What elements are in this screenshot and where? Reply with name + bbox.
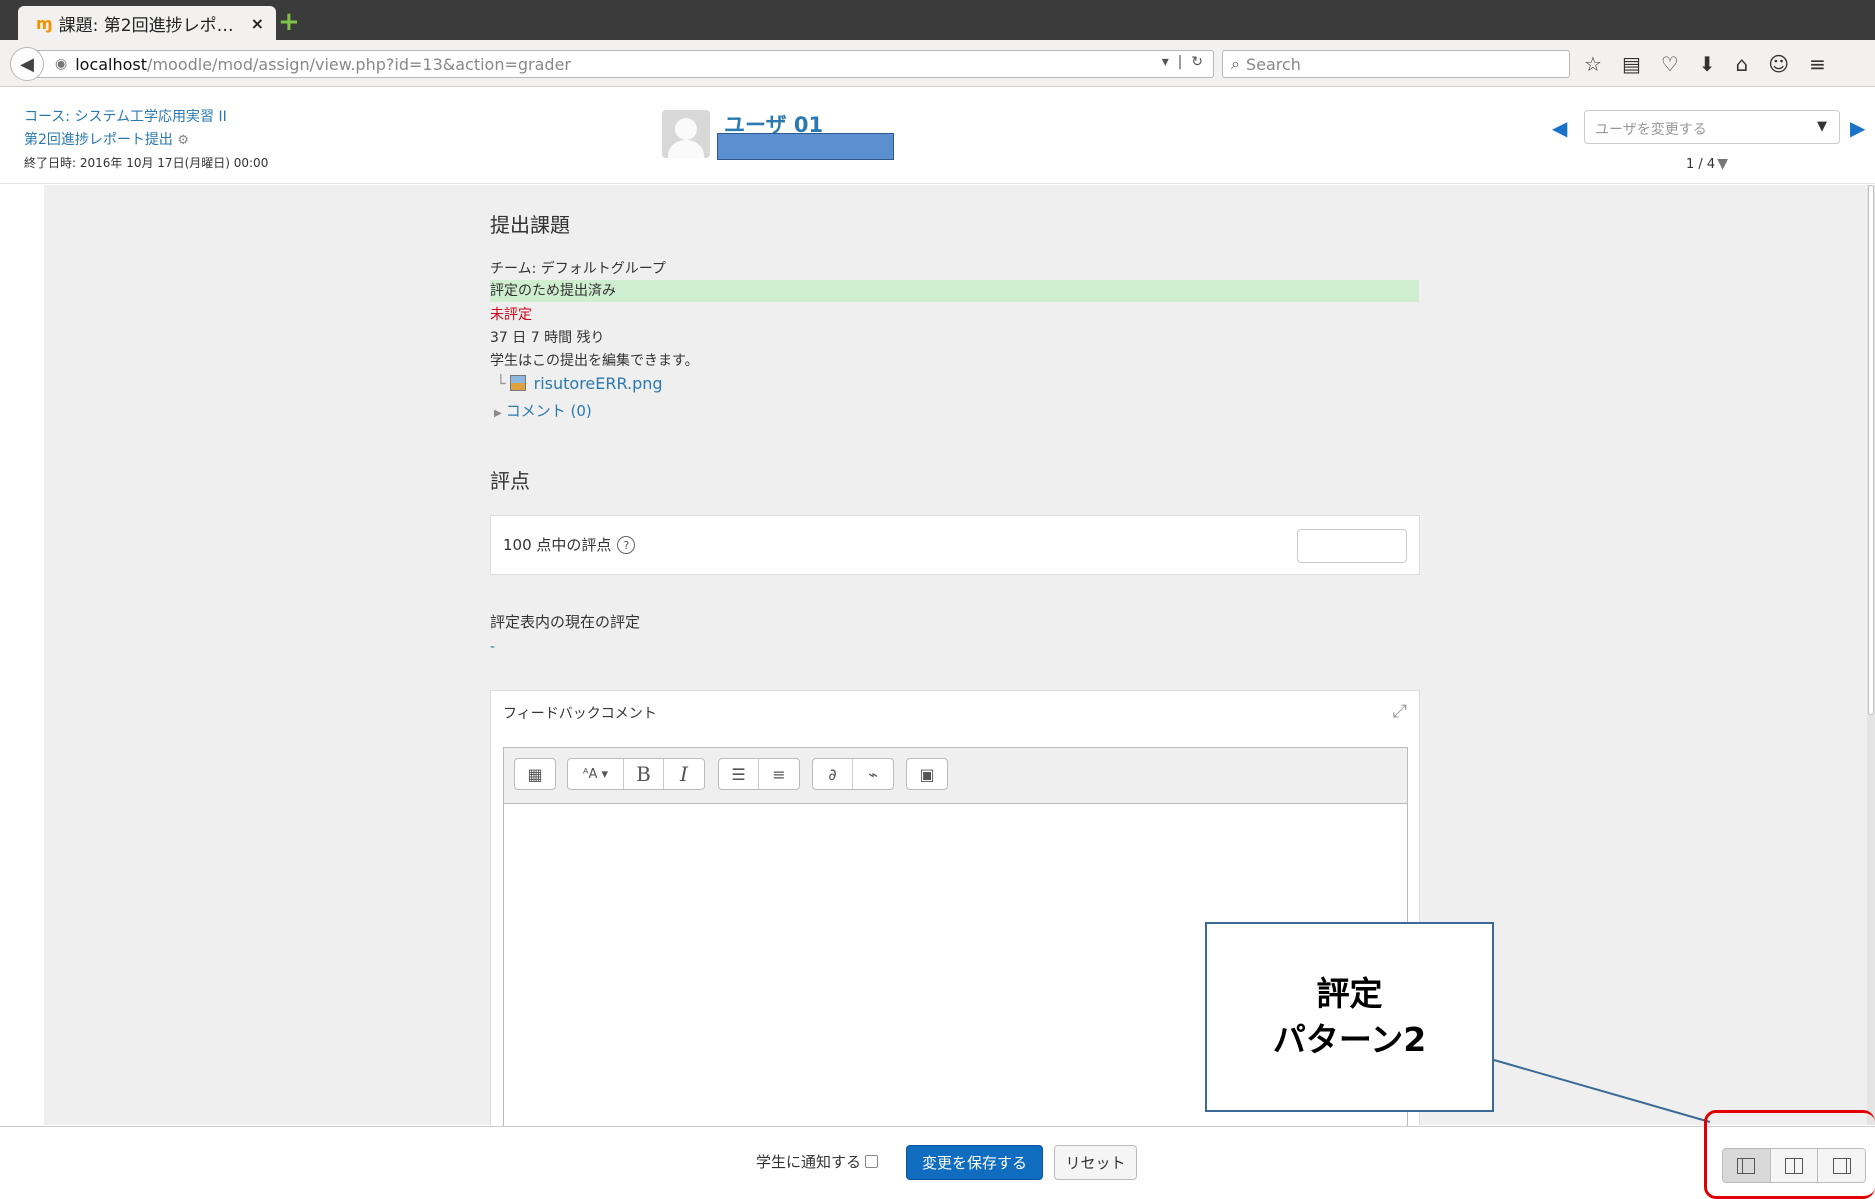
new-tab-button[interactable]: + [278, 9, 300, 35]
unlink-icon[interactable]: ⌁ [853, 759, 893, 789]
link-icon[interactable]: ∂ [813, 759, 853, 789]
menu-icon[interactable]: ≡ [1809, 52, 1826, 76]
tab-title: 課題: 第2回進捗レポ… [58, 15, 234, 36]
gradebook-label: 評定表内の現在の評定 [490, 613, 641, 631]
layout-switcher [1722, 1148, 1866, 1183]
submission-status: 評定のため提出済み [490, 280, 1419, 302]
image-file-icon [509, 375, 526, 391]
feedback-title: フィードバックコメント [503, 706, 657, 722]
due-date: 終了日時: 2016年 10月 17日(月曜日) 00:00 [24, 156, 269, 170]
course-info: コース: システム工学応用実習 II 第2回進捗レポート提出 ⚙ 終了日時: 2… [24, 106, 268, 175]
callout-line-2: パターン2 [1272, 1020, 1427, 1059]
editable-note: 学生はこの提出を編集できます。 [490, 353, 699, 369]
chat-icon[interactable]: ☺ [1768, 52, 1789, 76]
assignment-link[interactable]: 第2回進捗レポート提出 ⚙ [24, 129, 268, 152]
italic-icon[interactable]: I [664, 759, 704, 789]
pocket-icon[interactable]: ♡ [1661, 52, 1679, 76]
bullet-list-icon[interactable]: ☰ [719, 759, 759, 789]
moodle-favicon-icon: ɱ [36, 13, 53, 33]
reading-list-icon[interactable]: ▤ [1622, 52, 1641, 76]
image-icon[interactable]: ▣ [907, 759, 947, 789]
toolbar-icons: ☆ ▤ ♡ ⬇ ⌂ ☺ ≡ [1584, 52, 1826, 76]
search-placeholder: Search [1245, 54, 1301, 74]
avatar [662, 110, 710, 158]
chevron-down-icon: ▼ [1817, 119, 1827, 134]
grader-header: コース: システム工学応用実習 II 第2回進捗レポート提出 ⚙ 終了日時: 2… [0, 88, 1875, 184]
tree-branch-icon: └ [496, 374, 506, 393]
home-icon[interactable]: ⌂ [1736, 52, 1749, 76]
next-user-icon[interactable]: ▶ [1850, 116, 1865, 140]
annotation-callout: 評定 パターン2 [1205, 922, 1494, 1112]
back-button[interactable]: ◀ [10, 47, 44, 81]
layout-collapse-grade-button[interactable] [1818, 1149, 1865, 1182]
grading-panel: 提出課題 チーム: デフォルトグループ 評定のため提出済み 未評定 37 日 7… [0, 185, 1875, 1126]
download-icon[interactable]: ⬇ [1699, 52, 1716, 76]
url-text: localhost/moodle/mod/assign/view.php?id=… [75, 54, 571, 74]
notify-students[interactable]: 学生に通知する [756, 1151, 879, 1172]
grade-label: 100 点中の評点? [503, 534, 636, 555]
url-bar[interactable]: ◉ localhost/moodle/mod/assign/view.php?i… [36, 50, 1214, 78]
callout-line-1: 評定 [1316, 974, 1383, 1013]
grading-status: 未評定 [490, 307, 532, 323]
toolbar-toggle-icon[interactable]: ▦ [515, 759, 555, 789]
submission-heading: 提出課題 [490, 213, 570, 237]
layout-default-button[interactable] [1770, 1149, 1819, 1182]
tab-close-icon[interactable]: × [251, 14, 264, 33]
filter-icon[interactable]: ▼ [1717, 156, 1728, 172]
bookmark-star-icon[interactable]: ☆ [1584, 52, 1602, 76]
search-input[interactable]: ⌕ Search [1222, 50, 1570, 78]
grade-panel: 提出課題 チーム: デフォルトグループ 評定のため提出済み 未評定 37 日 7… [44, 185, 1867, 1126]
redacted-field [717, 133, 894, 160]
search-icon: ⌕ [1231, 54, 1240, 73]
course-link[interactable]: コース: システム工学応用実習 II [24, 106, 268, 129]
time-remaining: 37 日 7 時間 残り [490, 330, 605, 346]
grading-footer: 学生に通知する 変更を保存する リセット [0, 1126, 1875, 1199]
editor-toolbar: ▦ ᴬA ▾ B I ☰ ≡ ∂ ⌁ ▣ [504, 748, 1407, 804]
gradebook-value-link[interactable]: - [490, 639, 495, 655]
gear-icon: ⚙ [177, 133, 190, 148]
layout-split-icon [1785, 1157, 1803, 1174]
bold-icon[interactable]: B [624, 759, 664, 789]
browser-nav-bar: ◉ localhost/moodle/mod/assign/view.php?i… [0, 40, 1875, 87]
grade-row: 100 点中の評点? [490, 515, 1420, 575]
grade-heading: 評点 [490, 469, 530, 493]
fullscreen-icon[interactable]: ⤢ [1393, 701, 1407, 722]
review-panel-edge [0, 185, 44, 1125]
team-text: チーム: デフォルトグループ [490, 261, 666, 277]
url-dropdown-reload-icon[interactable]: ▾ | ↻ [1162, 54, 1203, 70]
layout-collapse-review-button[interactable] [1723, 1149, 1771, 1182]
browser-tab-bar: ɱ 課題: 第2回進捗レポ… × + [0, 0, 1875, 40]
site-info-icon[interactable]: ◉ [55, 56, 67, 72]
browser-tab[interactable]: ɱ 課題: 第2回進捗レポ… × [18, 6, 276, 40]
user-count: 1 / 4 ▼ [1686, 156, 1728, 172]
submitted-file[interactable]: └ risutoreERR.png [496, 374, 663, 393]
save-changes-button[interactable]: 変更を保存する [906, 1145, 1043, 1180]
scrollbar[interactable] [1867, 185, 1875, 1125]
help-icon[interactable]: ? [617, 536, 636, 554]
reset-button[interactable]: リセット [1054, 1145, 1137, 1180]
layout-left-panel-icon [1737, 1157, 1756, 1174]
change-user-select[interactable]: ユーザを変更する ▼ [1584, 110, 1840, 144]
notify-checkbox[interactable] [865, 1155, 879, 1168]
layout-right-panel-icon [1832, 1157, 1851, 1174]
previous-user-icon[interactable]: ◀ [1552, 116, 1567, 140]
grade-input[interactable] [1297, 529, 1407, 563]
comments-link[interactable]: ▶ コメント (0) [494, 400, 592, 421]
back-arrow-icon: ◀ [20, 53, 34, 75]
text-style-icon[interactable]: ᴬA ▾ [568, 759, 624, 789]
numbered-list-icon[interactable]: ≡ [759, 759, 799, 789]
scrollbar-thumb[interactable] [1868, 185, 1874, 715]
expand-triangle-icon: ▶ [494, 408, 502, 419]
